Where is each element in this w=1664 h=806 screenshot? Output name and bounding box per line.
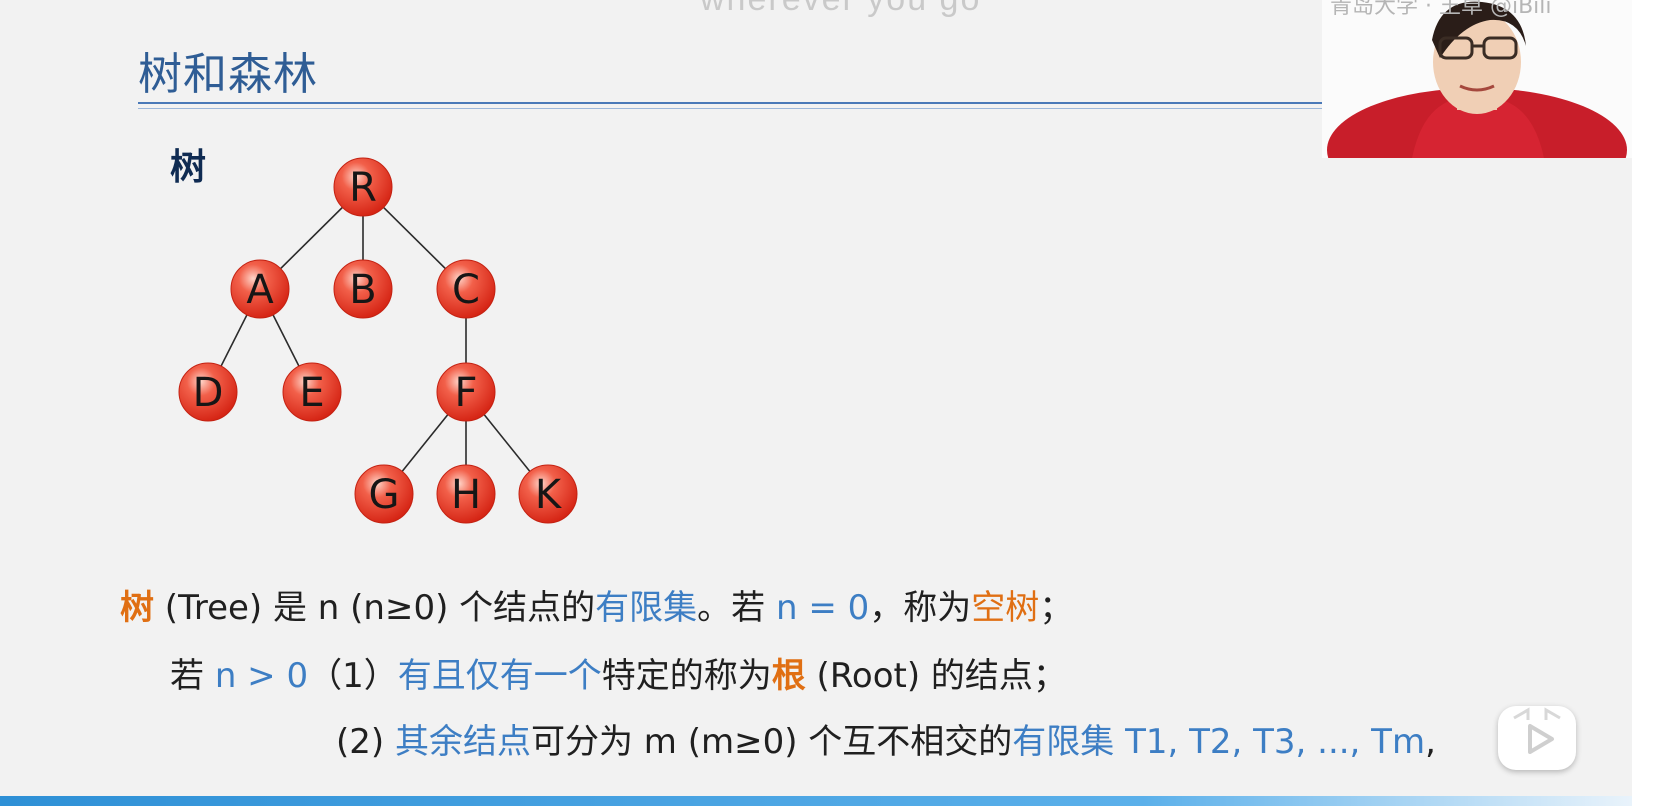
term-rest-nodes: 其余结点: [394, 722, 531, 762]
right-margin: [1632, 0, 1664, 806]
tree-node-label: E: [299, 370, 324, 416]
def1-part4: ；: [1039, 588, 1074, 628]
presenter-webcam: 青岛大学 · 王卓 @iBili: [1322, 0, 1632, 158]
play-icon: [1513, 707, 1561, 754]
tree-node-E: E: [282, 362, 342, 422]
tree-node-D: D: [178, 362, 238, 422]
tree-node-label: R: [349, 165, 377, 211]
tree-node-label: B: [349, 267, 376, 313]
tree-node-label: K: [535, 472, 563, 518]
def1-part3: ，称为: [869, 588, 972, 628]
play-button[interactable]: [1498, 706, 1576, 770]
term-root: 根: [771, 656, 806, 696]
tree-node-A: A: [230, 259, 290, 319]
def2-prefix: 若: [170, 656, 215, 696]
tree-node-K: K: [518, 464, 578, 524]
tree-node-label: A: [246, 267, 274, 313]
term-finite-set: 有限集: [595, 588, 698, 628]
n-greater-zero: n > 0: [214, 656, 309, 696]
def3-part1: 可分为 m (m≥0) 个互不相交的: [530, 722, 1013, 762]
term-tree: 树: [120, 588, 154, 628]
tree-node-label: C: [452, 267, 480, 313]
term-empty-tree: 空树: [971, 588, 1040, 628]
n-equals-zero: n = 0: [775, 588, 870, 628]
def1-part1: (Tree) 是 n (n≥0) 个结点的: [154, 588, 596, 628]
tree-node-F: F: [436, 362, 496, 422]
video-progress-bar[interactable]: [0, 796, 1632, 806]
item-1: （1）: [308, 656, 398, 696]
tree-node-label: H: [451, 472, 481, 518]
tree-node-G: G: [354, 464, 414, 524]
tree-node-label: F: [454, 370, 477, 416]
def3-part2: ,: [1425, 722, 1436, 762]
term-finite-sets: 有限集 T1, T2, T3, ..., Tm: [1012, 722, 1426, 762]
item-2: (2): [336, 722, 395, 762]
def1-part2: 。若: [697, 588, 776, 628]
tree-node-label: D: [193, 370, 224, 416]
tree-node-R: R: [333, 157, 393, 217]
definition-line-2: 若 n > 0（1）有且仅有一个特定的称为根 (Root) 的结点；: [170, 648, 1067, 697]
tree-node-B: B: [333, 259, 393, 319]
definition-line-3: (2) 其余结点可分为 m (m≥0) 个互不相交的有限集 T1, T2, T3…: [336, 714, 1436, 763]
def2-part1: 特定的称为: [601, 656, 772, 696]
webcam-watermark: 青岛大学 · 王卓 @iBili: [1330, 0, 1552, 19]
tree-node-H: H: [436, 464, 496, 524]
term-unique: 有且仅有一个: [397, 656, 602, 696]
presenter-avatar: [1327, 1, 1627, 158]
def2-part2: (Root) 的结点；: [805, 656, 1067, 696]
tree-node-C: C: [436, 259, 496, 319]
tree-node-label: G: [369, 472, 400, 518]
definition-line-1: 树 (Tree) 是 n (n≥0) 个结点的有限集。若 n = 0，称为空树；: [120, 580, 1073, 629]
